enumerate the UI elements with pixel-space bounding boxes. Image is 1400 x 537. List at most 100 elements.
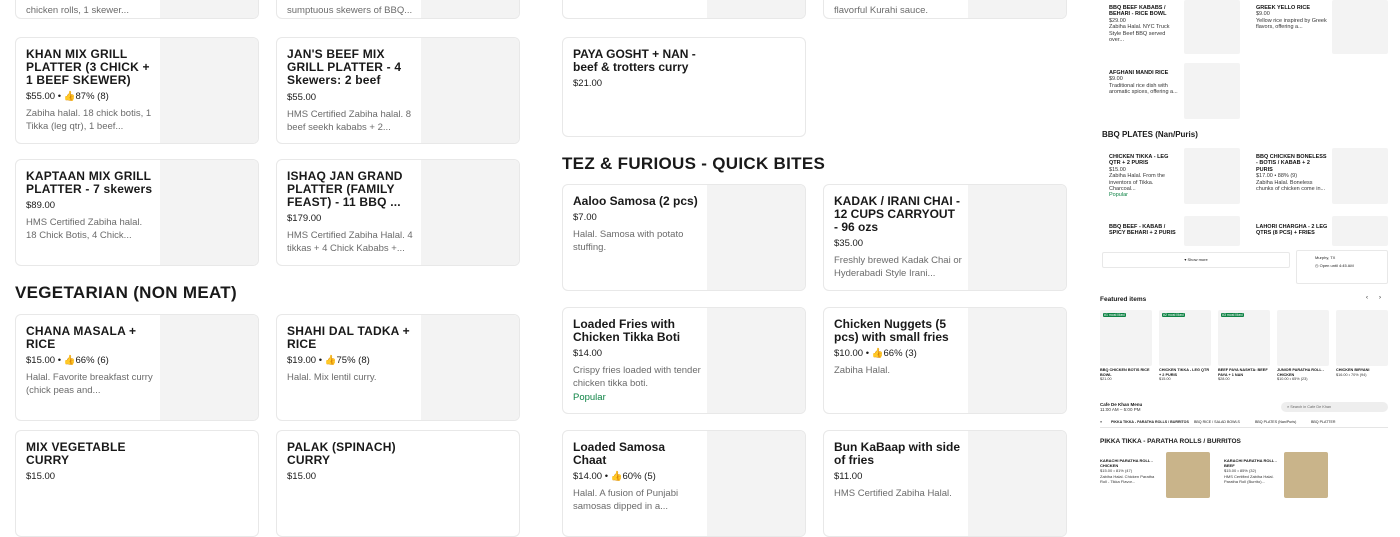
item-desc: Zabiha Halal. bbox=[834, 365, 890, 376]
item-image bbox=[421, 38, 519, 143]
clock-icon: ◷ bbox=[1315, 263, 1319, 268]
item-image bbox=[1166, 452, 1210, 498]
item-image bbox=[160, 38, 258, 143]
search-input[interactable]: ⌕ Search in Cafe De Khan bbox=[1281, 402, 1388, 412]
menu-item-card[interactable]: Loaded Fries with Chicken Tikka Boti $14.… bbox=[562, 307, 806, 414]
menu-item-card[interactable]: PALAK (SPINACH) CURRY $15.00 bbox=[276, 430, 520, 537]
item-price: $10.00 • 👍66% (3) bbox=[834, 348, 917, 359]
mini-item[interactable]: BBQ BEEF KABABS / BEHARI - RICE BOWL $29.… bbox=[1109, 5, 1181, 43]
featured-label: BEEF PAYA NASHTA: BEEF PAYA + 1 NAN $28.0… bbox=[1218, 368, 1268, 382]
menu-item-card[interactable]: sumptuous skewers of BBQ... bbox=[276, 0, 520, 19]
item-desc: Crispy fries loaded with tender chicken … bbox=[573, 365, 701, 389]
menu-item-card[interactable]: Chicken Nuggets (5 pcs) with small fries… bbox=[823, 307, 1067, 414]
thumbs-up-icon: 👍 bbox=[324, 355, 337, 366]
tab-bbq-plates[interactable]: BBQ PLATES (Nan/Puris) bbox=[1255, 416, 1310, 427]
rank-badge: #1 most liked bbox=[1103, 313, 1126, 317]
show-more-button[interactable]: ▾ Show more bbox=[1102, 252, 1290, 268]
menu-title: Cafe De Khan Menu 11:00 AM – 5:00 PM bbox=[1100, 402, 1143, 412]
menu-item-card[interactable]: KADAK / IRANI CHAI - 12 CUPS CARRYOUT - … bbox=[823, 184, 1067, 291]
featured-heading: Featured items bbox=[1100, 296, 1147, 303]
featured-image[interactable] bbox=[1336, 310, 1388, 366]
menu-icon[interactable]: ≡ bbox=[1100, 416, 1110, 427]
mini-item[interactable]: BBQ BEEF - KABAB / SPICY BEHARI + 2 PURI… bbox=[1109, 224, 1181, 237]
mini-item[interactable]: KARACHI PARATHA ROLL - BEEF $15.00 • 85% … bbox=[1224, 458, 1284, 484]
mini-item[interactable]: CHICKEN TIKKA - LEG QTR + 2 PURIS $15.00 Z… bbox=[1109, 154, 1181, 199]
menu-item-card[interactable]: PAYA GOSHT + NAN - beef & trotters curry… bbox=[562, 37, 806, 137]
featured-image[interactable] bbox=[1277, 310, 1329, 366]
item-name: Loaded Fries with Chicken Tikka Boti bbox=[573, 317, 681, 344]
mini-section-heading: PIKKA TIKKA - PARATHA ROLLS / BURRITOS bbox=[1100, 438, 1241, 445]
mini-section-heading: BBQ PLATES (Nan/Puris) bbox=[1102, 130, 1198, 139]
item-name: MIX VEGETABLE CURRY bbox=[26, 440, 126, 467]
item-image bbox=[707, 431, 805, 536]
item-desc: HMS Certified Zabiha Halal. bbox=[834, 488, 952, 499]
item-price: $55.00 bbox=[287, 92, 317, 103]
item-image bbox=[1184, 216, 1240, 246]
tab-bbq-platter[interactable]: BBQ PLATTER bbox=[1311, 416, 1347, 427]
carousel-next-button[interactable]: › bbox=[1379, 295, 1381, 301]
item-image bbox=[1332, 148, 1388, 204]
featured-image[interactable] bbox=[1218, 310, 1270, 366]
item-image bbox=[160, 0, 258, 18]
menu-item-card[interactable]: CHANA MASALA + RICE $15.00 • 👍66% (6) Hala… bbox=[15, 314, 259, 421]
item-price: $14.00 • 👍60% (5) bbox=[573, 471, 656, 482]
menu-item-card[interactable] bbox=[562, 0, 806, 19]
item-image bbox=[1284, 452, 1328, 498]
section-heading-quick-bites: TEZ & FURIOUS - QUICK BITES bbox=[562, 154, 826, 173]
item-name: SHAHI DAL TADKA + RICE bbox=[287, 324, 410, 351]
menu-item-card[interactable]: Loaded Samosa Chaat $14.00 • 👍60% (5) Hala… bbox=[562, 430, 806, 537]
item-name: Chicken Nuggets (5 pcs) with small fries bbox=[834, 317, 949, 344]
tab-pikka[interactable]: PIKKA TIKKA - PARATHA ROLLS / BURRITOS bbox=[1111, 416, 1193, 427]
open-hours: ◷ Open until 4:45 AM bbox=[1315, 263, 1354, 268]
item-price: $55.00 • 👍87% (8) bbox=[26, 91, 109, 102]
rank-badge: #2 most liked bbox=[1162, 313, 1185, 317]
menu-item-card[interactable]: ISHAQ JAN GRAND PLATTER (FAMILY FEAST) -… bbox=[276, 159, 520, 266]
featured-image[interactable] bbox=[1100, 310, 1152, 366]
menu-item-card[interactable]: Bun KaBaap with side of fries $11.00 HMS C… bbox=[823, 430, 1067, 537]
section-heading-vegetarian: VEGETARIAN (NON MEAT) bbox=[15, 283, 237, 302]
mini-item[interactable]: GREEK YELLO RICE $9.00 Yellow rice inspire… bbox=[1256, 5, 1328, 31]
item-price: $19.00 • 👍75% (8) bbox=[287, 355, 370, 366]
mini-item[interactable]: KARACHI PARATHA ROLL - CHICKEN $15.00 • 8… bbox=[1100, 458, 1160, 484]
menu-item-card[interactable]: chicken rolls, 1 skewer... bbox=[15, 0, 259, 19]
item-image bbox=[421, 160, 519, 265]
item-name: CHANA MASALA + RICE bbox=[26, 324, 137, 351]
item-image bbox=[1184, 148, 1240, 204]
item-image bbox=[707, 185, 805, 290]
item-image bbox=[968, 308, 1066, 413]
menu-item-card[interactable]: JAN'S BEEF MIX GRILL PLATTER - 4 Skewers… bbox=[276, 37, 520, 144]
tab-rice-bowls[interactable]: BBQ RICE / SALAD BOWLS bbox=[1194, 416, 1254, 427]
mini-item[interactable]: LAHORI CHARGHA - 2 LEG QTRS (8 PCS) + FR… bbox=[1256, 224, 1328, 237]
item-desc: Halal. Favorite breakfast curry (chick p… bbox=[26, 372, 153, 396]
item-desc: Freshly brewed Kadak Chai or Hyderabadi … bbox=[834, 255, 962, 279]
menu-item-card[interactable]: flavorful Kurahi sauce. bbox=[823, 0, 1067, 19]
featured-label: JUNIOR PARATHA ROLL - CHICKEN $10.00 • 65… bbox=[1277, 368, 1324, 382]
menu-item-card[interactable]: KAPTAAN MIX GRILL PLATTER - 7 skewers $89… bbox=[15, 159, 259, 266]
item-name: KADAK / IRANI CHAI - 12 CUPS CARRYOUT - … bbox=[834, 194, 960, 234]
menu-item-card[interactable]: Aaloo Samosa (2 pcs) $7.00 Halal. Samosa w… bbox=[562, 184, 806, 291]
featured-label: CHICKEN TIKKA - LEG QTR + 2 PURIS $15.00 bbox=[1159, 368, 1210, 382]
item-price: $179.00 bbox=[287, 213, 322, 224]
item-name: KAPTAAN MIX GRILL PLATTER - 7 skewers bbox=[26, 169, 153, 196]
thumbs-up-icon: 👍 bbox=[610, 471, 623, 482]
item-desc: Halal. Mix lentil curry. bbox=[287, 372, 377, 383]
item-name: ISHAQ JAN GRAND PLATTER (FAMILY FEAST) -… bbox=[287, 170, 403, 209]
item-price: $15.00 bbox=[26, 471, 56, 482]
menu-item-card[interactable]: KHAN MIX GRILL PLATTER (3 CHICK + 1 BEEF… bbox=[15, 37, 259, 144]
item-name: Bun KaBaap with side of fries bbox=[834, 440, 961, 467]
featured-image[interactable] bbox=[1159, 310, 1211, 366]
carousel-prev-button[interactable]: ‹ bbox=[1366, 295, 1368, 301]
featured-label: BBQ CHICKEN BOTIS RICE BOWL $21.00 bbox=[1100, 368, 1150, 382]
mini-item[interactable]: BBQ CHICKEN BONELESS - BOTIS / KABAB + 2… bbox=[1256, 154, 1328, 192]
item-price: $15.00 bbox=[287, 471, 317, 482]
search-icon: ⌕ bbox=[1287, 405, 1290, 409]
item-desc: HMS Certified Zabiha halal. 8 beef seekh… bbox=[287, 109, 412, 133]
menu-item-card[interactable]: SHAHI DAL TADKA + RICE $19.00 • 👍75% (8) H… bbox=[276, 314, 520, 421]
item-image bbox=[707, 0, 805, 18]
item-price: $7.00 bbox=[573, 212, 597, 223]
item-price: $21.00 bbox=[573, 78, 603, 89]
item-image bbox=[1184, 63, 1240, 119]
mini-item[interactable]: AFGHANI MANDI RICE $9.00 Traditional rice … bbox=[1109, 70, 1181, 96]
menu-item-card[interactable]: MIX VEGETABLE CURRY $15.00 bbox=[15, 430, 259, 537]
item-image bbox=[160, 160, 258, 265]
